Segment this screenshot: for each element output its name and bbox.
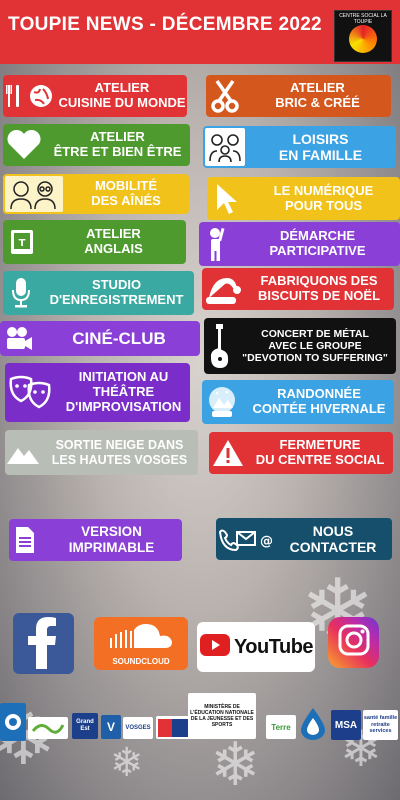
- contact-phone-mail-icon: @: [216, 526, 274, 552]
- youtube-label: YouTube: [233, 635, 314, 658]
- concert-label: CONCERT DE MÉTAL AVEC LE GROUPE "DEVOTIO…: [242, 327, 388, 365]
- etre-label: ATELIER ÊTRE ET BIEN ÊTRE: [53, 129, 182, 159]
- snowflake-decoration: ❄: [110, 740, 144, 786]
- version-imprimable-button[interactable]: VERSION IMPRIMABLE: [9, 519, 182, 561]
- cuisine-du-monde-button[interactable]: ATELIER CUISINE DU MONDE: [3, 75, 187, 117]
- numerique-pour-tous-button[interactable]: LE NUMÉRIQUE POUR TOUS: [207, 177, 400, 220]
- msa-logo[interactable]: MSA: [331, 710, 361, 740]
- soundcloud-link[interactable]: SOUNDCLOUD: [94, 617, 188, 670]
- family-icon: [205, 128, 245, 166]
- document-icon: [9, 525, 41, 555]
- randonnee-label: RANDONNÉE CONTÉE HIVERNALE: [252, 386, 386, 416]
- electric-guitar-icon: [204, 322, 234, 370]
- mobilite-label: MOBILITÉ DES AÎNÉS: [91, 178, 161, 208]
- cine-label: CINÉ-CLUB: [72, 328, 166, 348]
- fermeture-centre-button[interactable]: FERMETURE DU CENTRE SOCIAL: [209, 432, 393, 474]
- soundcloud-label: SOUNDCLOUD: [112, 656, 170, 666]
- santa-hat-icon: [202, 272, 244, 306]
- randonnee-contee-button[interactable]: RANDONNÉE CONTÉE HIVERNALE: [202, 380, 394, 424]
- fermeture-label: FERMETURE DU CENTRE SOCIAL: [255, 437, 385, 467]
- theatre-improvisation-button[interactable]: INITIATION AU THÉÂTRE D'IMPROVISATION: [5, 363, 190, 422]
- heart-icon: [3, 129, 45, 161]
- logo-ring-icon: [349, 25, 377, 53]
- caf-logo[interactable]: [0, 703, 26, 741]
- theatre-masks-icon: [5, 375, 57, 411]
- vosges-departement-logo[interactable]: VOSGES: [123, 717, 153, 739]
- snowflake-decoration: ❄: [210, 730, 261, 800]
- sortie-neige-button[interactable]: SORTIE NEIGE DANS LES HAUTES VOSGES: [5, 430, 198, 475]
- facebook-icon: [19, 613, 69, 674]
- mountains-icon: [5, 440, 41, 466]
- contrat-ville-logo[interactable]: [28, 717, 68, 739]
- mobilite-des-aines-button[interactable]: MOBILITÉ DES AÎNÉS: [3, 174, 189, 214]
- msa-services-logo[interactable]: santé famille retraite services: [363, 710, 398, 740]
- atelier-anglais-button[interactable]: T ATELIER ANGLAIS: [3, 220, 186, 264]
- youtube-link[interactable]: YouTube: [197, 622, 315, 672]
- instagram-link[interactable]: [328, 617, 379, 668]
- facebook-link[interactable]: [13, 613, 74, 674]
- loisirs-label: LOISIRS EN FAMILLE: [278, 130, 363, 163]
- etre-et-bien-etre-button[interactable]: ATELIER ÊTRE ET BIEN ÊTRE: [3, 124, 190, 166]
- terre-logo[interactable]: Terre: [266, 715, 296, 739]
- demarche-participative-button[interactable]: DÉMARCHE PARTICIPATIVE: [199, 222, 400, 266]
- studio-enregistrement-button[interactable]: STUDIO D'ENREGISTREMENT: [3, 271, 194, 315]
- water-drop-logo[interactable]: [298, 706, 328, 740]
- grand-est-logo[interactable]: Grand Est: [72, 713, 98, 739]
- page-title: TOUPIE NEWS - DÉCEMBRE 2022: [8, 14, 322, 35]
- nous-contacter-button[interactable]: @ NOUS CONTACTER: [216, 518, 392, 560]
- header-banner: TOUPIE NEWS - DÉCEMBRE 2022 CENTRE SOCIA…: [0, 0, 400, 64]
- microphone-icon: [3, 276, 39, 310]
- studio-label: STUDIO D'ENREGISTREMENT: [49, 277, 184, 307]
- cursor-arrow-icon: [207, 182, 247, 216]
- snow-globe-icon: [202, 384, 244, 420]
- book-icon: T: [3, 227, 41, 257]
- loisirs-en-famille-button[interactable]: LOISIRS EN FAMILLE: [203, 126, 396, 168]
- biscuits-de-noel-button[interactable]: FABRIQUONS DES BISCUITS DE NOËL: [202, 268, 394, 310]
- svg-text:@: @: [260, 534, 273, 549]
- contact-label: NOUS CONTACTER: [289, 522, 377, 555]
- elderly-couple-icon: [5, 176, 63, 212]
- ministere-education-logo[interactable]: MINISTÈRE DE L'ÉDUCATION NATIONALE DE LA…: [188, 693, 256, 739]
- version-label: VERSION IMPRIMABLE: [68, 524, 155, 555]
- concert-metal-button[interactable]: CONCERT DE MÉTAL AVEC LE GROUPE "DEVOTIO…: [204, 318, 396, 374]
- scissors-icon: [206, 79, 244, 113]
- bric-et-cree-button[interactable]: ATELIER BRIC & CRÉÉ: [206, 75, 391, 117]
- neige-label: SORTIE NEIGE DANS LES HAUTES VOSGES: [51, 438, 188, 467]
- anglais-label: ATELIER ANGLAIS: [84, 226, 143, 256]
- centre-social-logo[interactable]: CENTRE SOCIAL LA TOUPIE: [334, 10, 392, 62]
- logo-text: CENTRE SOCIAL LA TOUPIE: [339, 13, 387, 25]
- youtube-icon: [199, 633, 231, 662]
- warning-icon: [209, 438, 247, 468]
- biscuits-label: FABRIQUONS DES BISCUITS DE NOËL: [257, 273, 381, 303]
- demarche-label: DÉMARCHE PARTICIPATIVE: [269, 228, 366, 258]
- theatre-label: INITIATION AU THÉÂTRE D'IMPROVISATION: [65, 369, 182, 414]
- utensils-globe-icon: [3, 81, 57, 111]
- cine-club-button[interactable]: CINÉ-CLUB: [0, 321, 200, 356]
- vosges-logo[interactable]: V: [101, 715, 121, 739]
- bric-label: ATELIER BRIC & CRÉÉ: [275, 80, 360, 110]
- svg-text:T: T: [19, 238, 26, 249]
- soundcloud-icon: [106, 622, 176, 655]
- person-raising-hand-icon: [199, 226, 235, 262]
- film-camera-icon: [0, 326, 38, 352]
- instagram-icon: [336, 622, 372, 663]
- numerique-label: LE NUMÉRIQUE POUR TOUS: [273, 182, 374, 213]
- cuisine-label: ATELIER CUISINE DU MONDE: [58, 80, 186, 110]
